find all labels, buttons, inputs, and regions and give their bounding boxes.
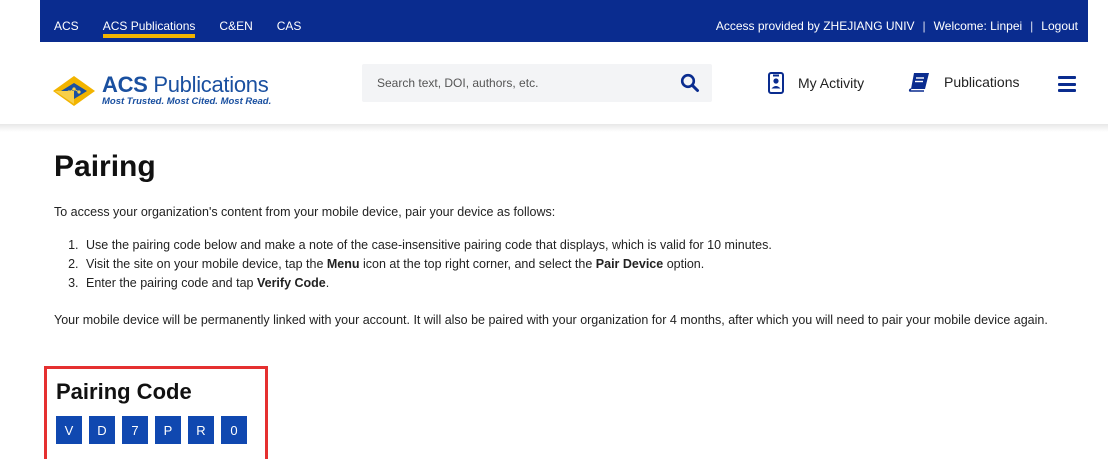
step-emphasis: Pair Device <box>595 257 664 271</box>
logo-title: ACS Publications <box>102 72 269 97</box>
institution-access-text: Access provided by ZHEJIANG UNIV <box>715 19 915 33</box>
pairing-step: Use the pairing code below and make a no… <box>82 236 1084 255</box>
step-emphasis: Menu <box>326 257 360 271</box>
account-info: Access provided by ZHEJIANG UNIV | Welco… <box>716 20 1078 33</box>
pairing-step: Visit the site on your mobile device, ta… <box>82 255 1084 274</box>
publications-button[interactable]: Publications <box>908 72 1020 92</box>
pairing-code-char: 7 <box>122 416 148 444</box>
acs-publications-logo[interactable]: ACS Publications Most Trusted. Most Cite… <box>52 68 282 114</box>
divider: | <box>1030 19 1034 33</box>
pairing-code-char: D <box>89 416 115 444</box>
step-text: Use the pairing code below and make a no… <box>86 238 772 252</box>
hamburger-menu-icon[interactable] <box>1058 76 1076 92</box>
pairing-code-title: Pairing Code <box>56 379 192 404</box>
top-utility-bar: ACS ACS Publications C&EN CAS Access pro… <box>40 0 1088 42</box>
search-icon[interactable] <box>680 73 700 93</box>
my-activity-label: My Activity <box>798 75 865 91</box>
pairing-step: Enter the pairing code and tap Verify Co… <box>82 274 1084 293</box>
pairing-code-char: R <box>188 416 214 444</box>
top-site-links: ACS ACS Publications C&EN CAS <box>40 0 311 42</box>
pairing-steps-list: Use the pairing code below and make a no… <box>54 236 1084 293</box>
acs-diamond-logo-icon <box>53 76 95 106</box>
logo-tagline: Most Trusted. Most Cited. Most Read. <box>102 96 272 107</box>
step-text: icon at the top right corner, and select… <box>359 257 596 271</box>
page-title: Pairing <box>54 150 156 183</box>
pairing-note: Your mobile device will be permanently l… <box>54 313 1048 327</box>
search-bar <box>362 64 712 102</box>
step-text: Visit the site on your mobile device, ta… <box>86 257 327 271</box>
top-link-acs[interactable]: ACS <box>54 0 79 42</box>
step-emphasis: Verify Code <box>256 276 326 290</box>
publications-label: Publications <box>944 74 1020 90</box>
welcome-user-link[interactable]: Welcome: Linpei <box>934 20 1023 33</box>
main-content: Pairing To access your organization's co… <box>54 150 1084 330</box>
logout-link[interactable]: Logout <box>1041 20 1078 33</box>
top-link-cen[interactable]: C&EN <box>219 0 252 42</box>
intro-text: To access your organization's content fr… <box>54 205 556 219</box>
pairing-code-char: P <box>155 416 181 444</box>
pairing-code-highlight: Pairing Code VD7PR0 <box>44 366 268 459</box>
pairing-code-characters: VD7PR0 <box>56 416 254 444</box>
step-text: . <box>325 276 330 290</box>
badge-icon <box>768 72 784 94</box>
search-input[interactable] <box>362 76 652 90</box>
pairing-code-char: V <box>56 416 82 444</box>
pairing-code-char: 0 <box>221 416 247 444</box>
top-link-acs-publications[interactable]: ACS Publications <box>102 0 195 42</box>
book-icon <box>908 73 929 92</box>
divider: | <box>922 19 926 33</box>
logo-text: ACS Publications Most Trusted. Most Cite… <box>102 74 271 108</box>
site-header: ACS Publications Most Trusted. Most Cite… <box>40 42 1088 126</box>
step-text: option. <box>663 257 705 271</box>
top-link-cas[interactable]: CAS <box>277 0 302 42</box>
my-activity-button[interactable]: My Activity <box>768 72 864 94</box>
step-text: Enter the pairing code and tap <box>86 276 257 290</box>
header-shadow <box>0 124 1108 132</box>
